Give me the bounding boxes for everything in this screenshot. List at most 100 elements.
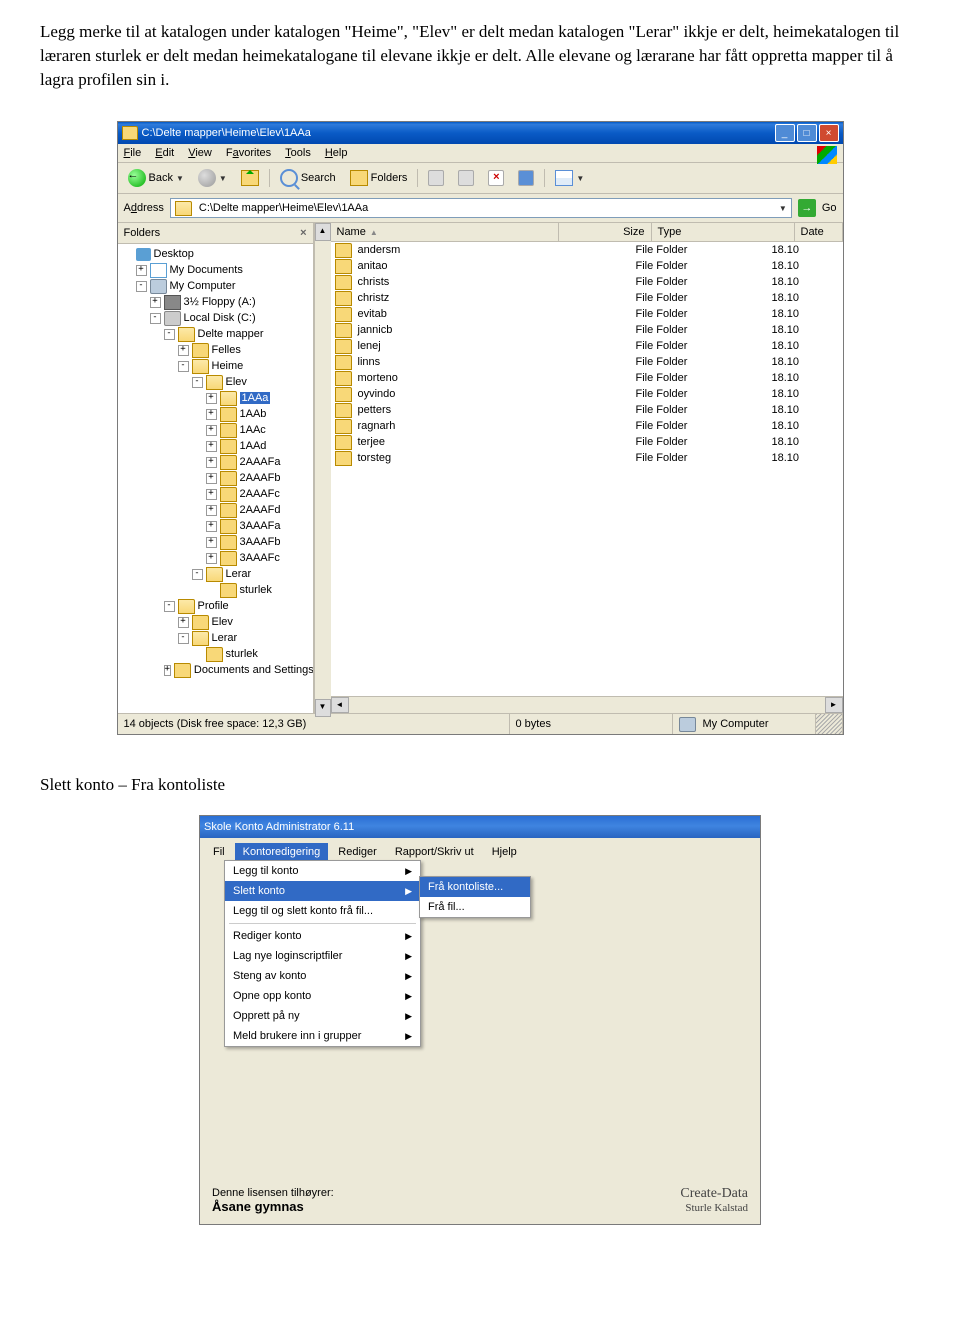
col-name[interactable]: Name▲ xyxy=(331,223,559,241)
expand-toggle[interactable]: + xyxy=(206,457,217,468)
scroll-right-button[interactable]: ► xyxy=(825,697,843,713)
dropdown-item[interactable]: Opne opp konto▶ xyxy=(225,986,420,1006)
expand-toggle[interactable]: - xyxy=(178,361,189,372)
ska-menu-kontoredigering[interactable]: Kontoredigering xyxy=(235,843,329,861)
column-headers[interactable]: Name▲ Size Type Date xyxy=(331,223,843,242)
menu-favorites[interactable]: Favorites xyxy=(226,147,271,159)
file-row[interactable]: anitaoFile Folder18.10 xyxy=(331,258,843,274)
file-row[interactable]: linnsFile Folder18.10 xyxy=(331,354,843,370)
scroll-left-button[interactable]: ◄ xyxy=(331,697,349,713)
resize-grip[interactable] xyxy=(816,714,843,734)
col-type[interactable]: Type xyxy=(652,223,795,241)
dropdown-item[interactable]: Legg til konto▶ xyxy=(225,861,420,881)
tree-item[interactable]: +1AAb xyxy=(120,406,311,422)
undo-button[interactable] xyxy=(514,168,538,188)
tree-item[interactable]: -Elev xyxy=(120,374,311,390)
tree-item[interactable]: -Delte mapper xyxy=(120,326,311,342)
tree-item[interactable]: -Local Disk (C:) xyxy=(120,310,311,326)
expand-toggle[interactable]: - xyxy=(164,601,175,612)
submenu-item[interactable]: Frå fil... xyxy=(420,897,530,917)
expand-toggle[interactable]: + xyxy=(206,553,217,564)
maximize-button[interactable]: □ xyxy=(797,124,817,142)
expand-toggle[interactable]: + xyxy=(178,617,189,628)
copyto-button[interactable] xyxy=(454,168,478,188)
file-row[interactable]: jannicbFile Folder18.10 xyxy=(331,322,843,338)
dropdown-item[interactable]: Opprett på ny▶ xyxy=(225,1006,420,1026)
expand-toggle[interactable]: + xyxy=(206,425,217,436)
expand-toggle[interactable]: - xyxy=(192,569,203,580)
close-pane-button[interactable]: × xyxy=(300,227,306,239)
minimize-button[interactable]: _ xyxy=(775,124,795,142)
up-button[interactable] xyxy=(237,168,263,188)
file-row[interactable]: evitabFile Folder18.10 xyxy=(331,306,843,322)
expand-toggle[interactable]: - xyxy=(178,633,189,644)
tree-item[interactable]: +My Documents xyxy=(120,262,311,278)
tree-scrollbar[interactable]: ▲ ▼ xyxy=(314,223,331,713)
expand-toggle[interactable]: + xyxy=(206,393,217,404)
tree-item[interactable]: Desktop xyxy=(120,246,311,262)
tree-item[interactable]: -Profile xyxy=(120,598,311,614)
expand-toggle[interactable]: + xyxy=(206,441,217,452)
expand-toggle[interactable]: + xyxy=(164,665,171,676)
tree-item[interactable]: +1AAd xyxy=(120,438,311,454)
submenu-item[interactable]: Frå kontoliste... xyxy=(420,877,530,897)
menu-edit[interactable]: Edit xyxy=(155,147,174,159)
file-list[interactable]: andersmFile Folder18.10anitaoFile Folder… xyxy=(331,242,843,696)
search-button[interactable]: Search xyxy=(276,167,340,189)
moveto-button[interactable] xyxy=(424,168,448,188)
dropdown-item[interactable]: Slett konto▶ xyxy=(225,881,420,901)
tree-item[interactable]: -Heime xyxy=(120,358,311,374)
file-row[interactable]: oyvindoFile Folder18.10 xyxy=(331,386,843,402)
delete-button[interactable]: × xyxy=(484,168,508,188)
dropdown-item[interactable]: Steng av konto▶ xyxy=(225,966,420,986)
scroll-up-button[interactable]: ▲ xyxy=(315,223,331,241)
menu-file[interactable]: File xyxy=(124,147,142,159)
file-row[interactable]: christsFile Folder18.10 xyxy=(331,274,843,290)
file-row[interactable]: ragnarhFile Folder18.10 xyxy=(331,418,843,434)
expand-toggle[interactable]: + xyxy=(206,521,217,532)
titlebar[interactable]: C:\Delte mapper\Heime\Elev\1AAa _ □ × xyxy=(118,122,843,144)
go-button[interactable]: → xyxy=(798,199,816,217)
dropdown-item[interactable]: Rediger konto▶ xyxy=(225,926,420,946)
tree-item[interactable]: +2AAAFd xyxy=(120,502,311,518)
folder-tree[interactable]: Desktop+My Documents-My Computer+3½ Flop… xyxy=(118,244,313,713)
expand-toggle[interactable]: - xyxy=(150,313,161,324)
expand-toggle[interactable]: + xyxy=(178,345,189,356)
tree-item[interactable]: +2AAAFc xyxy=(120,486,311,502)
menu-view[interactable]: View xyxy=(188,147,212,159)
tree-item[interactable]: -Lerar xyxy=(120,566,311,582)
file-row[interactable]: christzFile Folder18.10 xyxy=(331,290,843,306)
expand-toggle[interactable]: - xyxy=(136,281,147,292)
file-row[interactable]: lenejFile Folder18.10 xyxy=(331,338,843,354)
ska-menu-rapport[interactable]: Rapport/Skriv ut xyxy=(387,843,482,861)
file-row[interactable]: mortenoFile Folder18.10 xyxy=(331,370,843,386)
back-button[interactable]: ←Back▼ xyxy=(124,167,188,189)
tree-item[interactable]: +Felles xyxy=(120,342,311,358)
forward-button[interactable]: ▼ xyxy=(194,167,231,189)
tree-item[interactable]: +2AAAFa xyxy=(120,454,311,470)
tree-item[interactable]: -My Computer xyxy=(120,278,311,294)
tree-item[interactable]: +1AAa xyxy=(120,390,311,406)
expand-toggle[interactable]: - xyxy=(192,377,203,388)
views-button[interactable]: ▼ xyxy=(551,168,588,188)
tree-item[interactable]: +3AAAFa xyxy=(120,518,311,534)
file-row[interactable]: terjeeFile Folder18.10 xyxy=(331,434,843,450)
dropdown-item[interactable]: Lag nye loginscriptfiler▶ xyxy=(225,946,420,966)
tree-item[interactable]: -Lerar xyxy=(120,630,311,646)
tree-item[interactable]: +3AAAFb xyxy=(120,534,311,550)
tree-item[interactable]: +3AAAFc xyxy=(120,550,311,566)
address-input[interactable]: C:\Delte mapper\Heime\Elev\1AAa ▼ xyxy=(170,198,792,218)
tree-item[interactable]: +1AAc xyxy=(120,422,311,438)
close-button[interactable]: × xyxy=(819,124,839,142)
file-row[interactable]: andersmFile Folder18.10 xyxy=(331,242,843,258)
tree-item[interactable]: sturlek xyxy=(120,646,311,662)
ska-menu-rediger[interactable]: Rediger xyxy=(330,843,385,861)
expand-toggle[interactable]: + xyxy=(206,489,217,500)
expand-toggle[interactable]: - xyxy=(164,329,175,340)
file-row[interactable]: pettersFile Folder18.10 xyxy=(331,402,843,418)
tree-item[interactable]: +Documents and Settings xyxy=(120,662,311,678)
dropdown-item[interactable]: Meld brukere inn i grupper▶ xyxy=(225,1026,420,1046)
file-row[interactable]: torstegFile Folder18.10 xyxy=(331,450,843,466)
expand-toggle[interactable]: + xyxy=(206,409,217,420)
ska-submenu[interactable]: Frå kontoliste...Frå fil... xyxy=(419,876,531,918)
